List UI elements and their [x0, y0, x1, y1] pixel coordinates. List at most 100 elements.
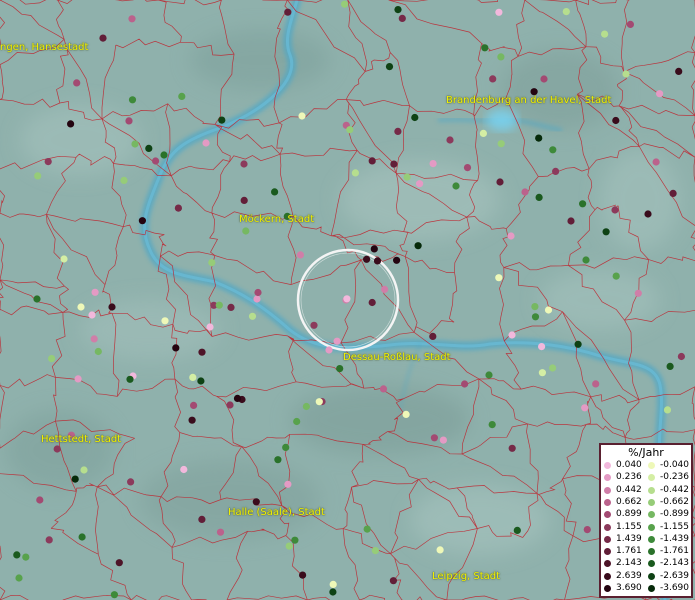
station-marker[interactable] [325, 346, 333, 354]
station-marker[interactable] [583, 526, 591, 534]
station-marker[interactable] [45, 536, 53, 544]
station-marker[interactable] [108, 303, 116, 311]
station-marker[interactable] [403, 173, 411, 181]
station-marker[interactable] [368, 298, 376, 307]
station-marker[interactable] [552, 167, 560, 175]
station-marker[interactable] [579, 200, 587, 208]
station-marker[interactable] [216, 528, 225, 536]
station-marker[interactable] [282, 443, 290, 451]
station-marker[interactable] [601, 30, 609, 38]
station-marker[interactable] [160, 151, 168, 159]
station-marker[interactable] [634, 289, 642, 297]
station-marker[interactable] [656, 90, 664, 98]
station-marker[interactable] [197, 377, 205, 385]
station-marker[interactable] [508, 331, 516, 339]
station-marker[interactable] [174, 204, 182, 212]
station-marker[interactable] [544, 306, 553, 314]
station-marker[interactable] [138, 217, 146, 225]
station-marker[interactable] [299, 571, 307, 579]
station-marker[interactable] [479, 129, 487, 137]
station-marker[interactable] [562, 8, 570, 16]
station-marker[interactable] [488, 421, 496, 429]
station-marker[interactable] [125, 117, 133, 125]
station-marker[interactable] [436, 546, 444, 554]
station-marker[interactable] [284, 480, 292, 488]
station-marker[interactable] [485, 371, 493, 379]
station-marker[interactable] [71, 475, 79, 483]
station-marker[interactable] [379, 385, 388, 393]
station-marker[interactable] [315, 398, 323, 406]
station-marker[interactable] [626, 20, 635, 28]
station-marker[interactable] [535, 134, 543, 142]
station-marker[interactable] [126, 375, 134, 383]
station-marker[interactable] [180, 465, 188, 474]
station-marker[interactable] [242, 227, 250, 235]
station-marker[interactable] [363, 255, 371, 263]
station-marker[interactable] [120, 176, 128, 184]
station-marker[interactable] [329, 580, 337, 589]
station-marker[interactable] [271, 188, 279, 196]
station-marker[interactable] [652, 158, 660, 166]
station-marker[interactable] [115, 559, 123, 567]
station-marker[interactable] [296, 251, 304, 259]
station-marker[interactable] [94, 347, 102, 356]
station-marker[interactable] [190, 401, 198, 409]
station-marker[interactable] [33, 295, 41, 303]
station-marker[interactable] [390, 160, 398, 168]
station-marker[interactable] [73, 79, 81, 87]
station-marker[interactable] [567, 217, 575, 225]
station-marker[interactable] [592, 380, 600, 388]
station-marker[interactable] [44, 158, 52, 166]
station-marker[interactable] [538, 369, 547, 377]
station-marker[interactable] [611, 206, 619, 214]
station-marker[interactable] [240, 196, 248, 204]
station-marker[interactable] [80, 466, 88, 474]
station-marker[interactable] [215, 301, 223, 309]
station-marker[interactable] [110, 591, 118, 599]
station-marker[interactable] [152, 157, 160, 165]
station-marker[interactable] [284, 8, 292, 16]
station-marker[interactable] [675, 67, 683, 75]
station-marker[interactable] [341, 0, 349, 8]
station-marker[interactable] [329, 588, 337, 596]
station-marker[interactable] [612, 272, 620, 280]
station-marker[interactable] [74, 375, 82, 383]
station-marker[interactable] [336, 365, 344, 373]
station-marker[interactable] [333, 337, 341, 345]
station-marker[interactable] [463, 164, 472, 172]
station-marker[interactable] [90, 335, 98, 343]
station-marker[interactable] [622, 70, 630, 78]
station-marker[interactable] [495, 8, 503, 16]
station-marker[interactable] [293, 417, 301, 426]
station-marker[interactable] [248, 312, 257, 320]
station-marker[interactable] [99, 34, 107, 42]
station-marker[interactable] [389, 577, 397, 585]
station-marker[interactable] [291, 536, 299, 544]
station-marker[interactable] [549, 364, 557, 372]
station-marker[interactable] [540, 75, 548, 83]
station-marker[interactable] [508, 444, 516, 452]
station-marker[interactable] [218, 116, 226, 124]
station-marker[interactable] [394, 6, 402, 14]
station-marker[interactable] [198, 515, 206, 524]
station-marker[interactable] [495, 274, 503, 282]
station-marker[interactable] [310, 321, 318, 329]
station-marker[interactable] [507, 232, 515, 240]
station-marker[interactable] [188, 416, 196, 424]
station-marker[interactable] [253, 295, 261, 303]
station-marker[interactable] [53, 445, 61, 453]
station-marker[interactable] [531, 313, 540, 321]
station-marker[interactable] [368, 157, 376, 165]
station-marker[interactable] [496, 178, 504, 186]
station-marker[interactable] [411, 113, 419, 122]
station-marker[interactable] [178, 92, 186, 100]
station-marker[interactable] [161, 317, 169, 325]
station-marker[interactable] [145, 144, 153, 152]
station-marker[interactable] [497, 53, 505, 61]
station-marker[interactable] [78, 533, 86, 541]
station-marker[interactable] [36, 496, 44, 504]
station-marker[interactable] [13, 551, 21, 559]
station-marker[interactable] [393, 256, 401, 264]
station-marker[interactable] [538, 343, 546, 351]
station-marker[interactable] [373, 257, 382, 265]
